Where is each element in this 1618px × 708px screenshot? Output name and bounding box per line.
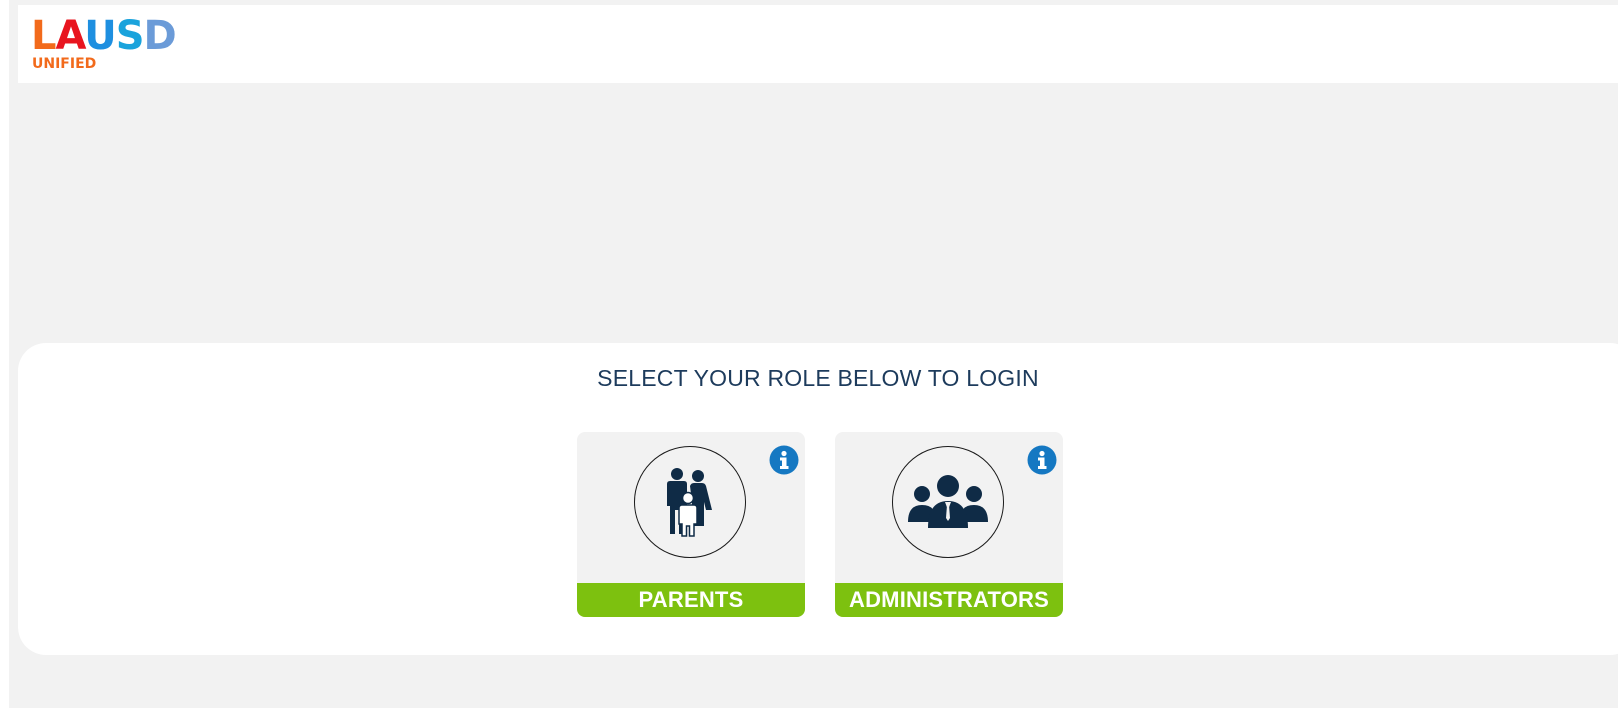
parents-role-button[interactable]: PARENTS [577, 432, 805, 617]
parents-icon-circle [634, 446, 746, 558]
lausd-logo[interactable]: LAUSD UNIFIED [31, 15, 221, 77]
role-selection-title: SELECT YOUR ROLE BELOW TO LOGIN [597, 365, 1039, 391]
logo-letter-l: L [31, 13, 56, 59]
site-header: LAUSD UNIFIED [18, 5, 1618, 83]
group-icon [908, 475, 988, 528]
parents-role-label: PARENTS [577, 583, 805, 617]
info-icon[interactable] [769, 445, 799, 475]
login-page: LAUSD UNIFIED SELECT YOUR ROLE BELOW TO … [0, 0, 1618, 708]
logo-subtitle: UNIFIED [32, 56, 97, 72]
logo-letter-d: D [143, 13, 177, 59]
logo-wordmark: LAUSD [31, 13, 177, 59]
administrators-role-button[interactable]: ADMINISTRATORS [835, 432, 1063, 617]
family-icon [667, 468, 712, 537]
logo-letter-u: U [84, 13, 117, 59]
info-icon[interactable] [1027, 445, 1057, 475]
role-selection-card: SELECT YOUR ROLE BELOW TO LOGIN PARENTS … [18, 343, 1618, 655]
left-edge [0, 0, 9, 708]
logo-letter-a: A [55, 13, 86, 59]
logo-letter-s: S [115, 13, 145, 59]
administrators-icon-circle [892, 446, 1004, 558]
administrators-role-label: ADMINISTRATORS [835, 583, 1063, 617]
